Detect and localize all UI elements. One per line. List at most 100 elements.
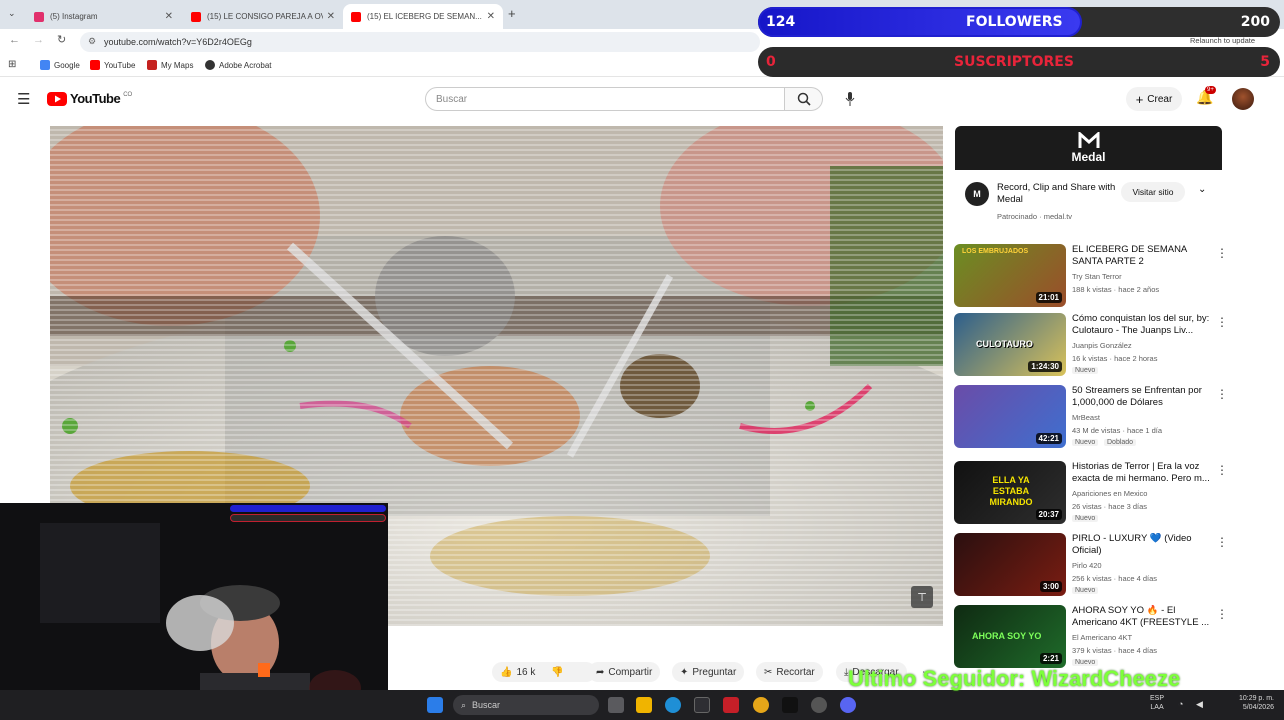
video-duration: 3:00 <box>1039 581 1062 592</box>
tab-title: (5) Instagram <box>50 12 98 21</box>
start-icon[interactable] <box>427 697 443 713</box>
channel-name[interactable]: Pirlo 420 <box>1072 561 1102 570</box>
recommended-video[interactable]: LOS EMBRUJADOS 21:01 EL ICEBERG DE SEMAN… <box>954 244 1254 310</box>
thumbnail-text: CULOTAURO <box>976 339 1033 349</box>
new-tab-button[interactable]: + <box>508 6 516 21</box>
voice-search-button[interactable] <box>838 88 862 110</box>
bookmark-acrobat[interactable]: Adobe Acrobat <box>205 60 271 70</box>
video-title[interactable]: Cómo conquistan los del sur, by: Culotau… <box>1072 313 1212 337</box>
region-code: CO <box>123 91 133 98</box>
video-title[interactable]: EL ICEBERG DE SEMANA SANTA PARTE 2 <box>1072 244 1212 268</box>
chevron-down-icon[interactable]: ⌄ <box>1198 184 1206 195</box>
volume-icon[interactable]: ◀ <box>1196 699 1203 710</box>
reload-icon[interactable]: ↻ <box>57 33 66 46</box>
thumbnail-text: ELLA YA ESTABA MIRANDO <box>989 475 1033 507</box>
video-meta: 43 M de vistas · hace 1 día <box>1072 426 1163 435</box>
video-thumbnail[interactable]: LOS EMBRUJADOS 21:01 <box>954 244 1066 307</box>
video-title[interactable]: AHORA SOY YO 🔥 - El Americano 4KT (FREES… <box>1072 605 1212 629</box>
task-view-icon[interactable] <box>608 697 624 713</box>
clock[interactable]: 10:29 p. m. 5/04/2026 <box>1230 694 1274 712</box>
video-title[interactable]: Historias de Terror | Era la voz exacta … <box>1072 461 1212 485</box>
site-info-icon[interactable]: ⚙ <box>88 36 96 47</box>
more-options-icon[interactable]: ⋮ <box>1216 463 1228 477</box>
video-meta: 256 k vistas · hace 4 días <box>1072 574 1158 583</box>
more-options-icon[interactable]: ⋮ <box>1216 387 1228 401</box>
app-icon[interactable] <box>811 697 827 713</box>
search-icon: ⌕ <box>461 699 467 710</box>
sparkle-icon: ✦ <box>680 666 689 678</box>
channel-name[interactable]: MrBeast <box>1072 413 1100 422</box>
channel-watermark-icon[interactable]: ⊤ <box>911 586 933 608</box>
channel-name[interactable]: El Americano 4KT <box>1072 633 1132 642</box>
new-badge: Nuevo <box>1072 515 1099 522</box>
channel-name[interactable]: Try Stan Terror <box>1072 272 1122 281</box>
tab-youtube-1[interactable]: (15) LE CONSIGO PAREJA A OV... ✕ <box>183 4 343 29</box>
more-options-icon[interactable]: ⋮ <box>1216 315 1228 329</box>
recommended-video[interactable]: CULOTAURO 1:24:30 Cómo conquistan los de… <box>954 313 1254 379</box>
tab-youtube-active[interactable]: (15) EL ICEBERG DE SEMAN... ✕ <box>343 4 503 29</box>
wifi-icon[interactable]: ◔ <box>1178 699 1183 709</box>
create-button[interactable]: + Crear <box>1126 87 1182 111</box>
tab-instagram[interactable]: (5) Instagram ✕ <box>26 4 181 29</box>
share-button[interactable]: ➦ Compartir <box>588 662 661 682</box>
search-input[interactable]: Buscar <box>425 87 785 111</box>
file-explorer-icon[interactable] <box>636 697 652 713</box>
discord-icon[interactable] <box>840 697 856 713</box>
notifications-button[interactable]: 🔔 9+ <box>1196 86 1216 107</box>
video-thumbnail[interactable]: ELLA YA ESTABA MIRANDO 20:37 <box>954 461 1066 524</box>
relaunch-chip[interactable]: Relaunch to update <box>1190 36 1255 45</box>
ask-button[interactable]: ✦ Preguntar <box>672 662 745 682</box>
video-thumbnail[interactable]: 3:00 <box>954 533 1066 596</box>
recommended-video[interactable]: AHORA SOY YO 2:21 AHORA SOY YO 🔥 - El Am… <box>954 605 1254 671</box>
avatar[interactable] <box>1232 88 1254 110</box>
tiktok-icon[interactable] <box>782 697 798 713</box>
video-thumbnail[interactable]: CULOTAURO 1:24:30 <box>954 313 1066 376</box>
video-thumbnail[interactable]: AHORA SOY YO 2:21 <box>954 605 1066 668</box>
bookmark-my-maps[interactable]: My Maps <box>147 60 193 70</box>
input-language[interactable]: ESP LAA <box>1150 694 1164 712</box>
thumbs-down-icon[interactable]: 👎 <box>551 667 563 678</box>
ad-card[interactable]: M Record, Clip and Share with Medal Patr… <box>955 170 1222 230</box>
recommended-video[interactable]: 3:00 PIRLO - LUXURY 💙 (Video Oficial) Pi… <box>954 533 1254 599</box>
search-button[interactable] <box>785 87 823 111</box>
menu-icon[interactable]: ☰ <box>17 90 30 108</box>
more-options-icon[interactable]: ⋮ <box>1216 535 1228 549</box>
youtube-icon <box>90 60 100 70</box>
more-options-icon[interactable]: ⋮ <box>1216 246 1228 260</box>
like-count[interactable]: 16 k <box>516 667 535 678</box>
taskbar-search[interactable]: ⌕ Buscar <box>453 695 599 715</box>
lang-code: ESP <box>1150 695 1165 702</box>
recommended-video[interactable]: 42:21 50 Streamers se Enfrentan por 1,00… <box>954 385 1254 451</box>
channel-name[interactable]: Juanpis González <box>1072 341 1132 350</box>
more-options-icon[interactable]: ⋮ <box>1216 607 1228 621</box>
back-icon[interactable]: ← <box>9 34 20 46</box>
app-icon[interactable] <box>723 697 739 713</box>
channel-name[interactable]: Apariciones en Mexico <box>1072 489 1147 498</box>
ask-label: Preguntar <box>692 666 737 678</box>
edge-icon[interactable] <box>665 697 681 713</box>
close-icon[interactable]: ✕ <box>327 11 335 22</box>
store-icon[interactable] <box>694 697 710 713</box>
clip-button[interactable]: ✂ Recortar <box>756 662 823 682</box>
youtube-icon <box>191 11 201 22</box>
forward-icon[interactable]: → <box>33 34 44 46</box>
followers-goal-bar: 124 FOLLOWERS 200 <box>758 7 1280 37</box>
ad-banner[interactable]: Medal <box>955 126 1222 170</box>
chrome-icon[interactable] <box>753 697 769 713</box>
recommended-video[interactable]: ELLA YA ESTABA MIRANDO 20:37 Historias d… <box>954 461 1254 527</box>
video-title[interactable]: PIRLO - LUXURY 💙 (Video Oficial) <box>1072 533 1212 557</box>
video-title[interactable]: 50 Streamers se Enfrentan por 1,000,000 … <box>1072 385 1212 409</box>
close-icon[interactable]: ✕ <box>165 11 173 22</box>
apps-grid-icon[interactable]: ⊞ <box>8 59 16 70</box>
video-thumbnail[interactable]: 42:21 <box>954 385 1066 448</box>
youtube-logo[interactable]: YouTube CO <box>47 91 132 106</box>
tab-search-icon[interactable]: ⌄ <box>8 8 16 19</box>
visit-site-button[interactable]: Visitar sitio <box>1121 182 1185 202</box>
bookmark-youtube[interactable]: YouTube <box>90 60 135 70</box>
bookmark-google[interactable]: Google <box>40 60 80 70</box>
followers-label: FOLLOWERS <box>966 14 1063 30</box>
thumbs-up-icon[interactable]: 👍 <box>500 667 512 678</box>
address-bar[interactable]: ⚙ youtube.com/watch?v=Y6D2r4OEGg <box>80 32 760 52</box>
close-icon[interactable]: ✕ <box>487 11 495 22</box>
clock-date: 5/04/2026 <box>1242 704 1274 711</box>
